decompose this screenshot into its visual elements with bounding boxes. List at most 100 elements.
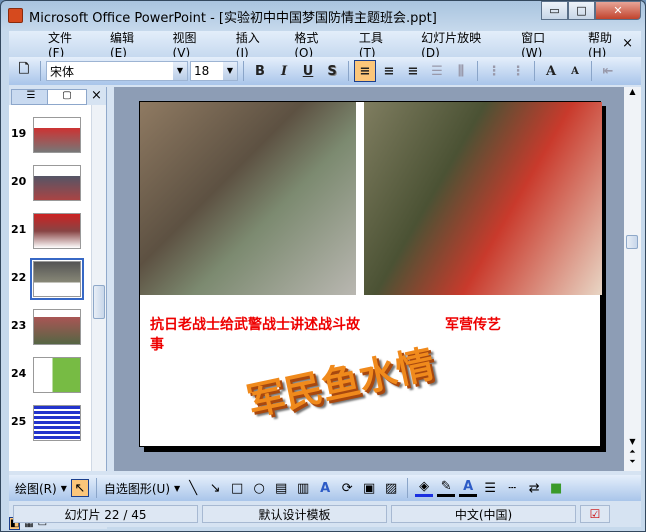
align-right-icon[interactable]: ≡ xyxy=(402,60,424,82)
vertical-align-icon[interactable]: ⫼ xyxy=(450,60,472,82)
slide-thumbnail-row[interactable]: 23 xyxy=(9,309,91,353)
drawing-toolbar: 绘图(R) ▼ ↖ 自选图形(U) ▼ ╲ ↘ □ ○ ▤ ▥ A ⟳ ▣ ▨ ◈ … xyxy=(9,475,641,501)
slide-thumbnail-row[interactable]: 25 xyxy=(9,405,91,449)
align-left-icon[interactable]: ≡ xyxy=(354,60,376,82)
rectangle-icon[interactable]: □ xyxy=(228,479,246,497)
distribute-icon[interactable]: ☰ xyxy=(426,60,448,82)
shadow-button[interactable]: S xyxy=(321,60,343,82)
slide-thumbnail-row[interactable]: 24 xyxy=(9,357,91,401)
language-status: 中文(中国) xyxy=(391,505,576,523)
menu-format[interactable]: 格式(O) xyxy=(283,29,347,60)
title-bar: Microsoft Office PowerPoint - [实验初中中国梦国防… xyxy=(1,1,646,29)
textbox-icon[interactable]: ▤ xyxy=(272,479,290,497)
menu-window[interactable]: 窗口(W) xyxy=(510,29,577,60)
slide-number: 19 xyxy=(11,127,27,140)
slide-thumbnail[interactable] xyxy=(33,213,81,249)
slide-number: 23 xyxy=(11,319,27,332)
decrease-indent-icon[interactable]: ⇤ xyxy=(597,60,619,82)
design-template: 默认设计模板 xyxy=(202,505,387,523)
shadow-style-icon[interactable]: ■ xyxy=(547,479,565,497)
slide-thumbnail-row[interactable]: 19 xyxy=(9,117,91,161)
slide-number: 21 xyxy=(11,223,27,236)
menu-view[interactable]: 视图(V) xyxy=(162,29,225,60)
close-button[interactable]: ✕ xyxy=(595,1,641,20)
window-title: Microsoft Office PowerPoint - [实验初中中国梦国防… xyxy=(29,11,437,26)
chevron-down-icon[interactable]: ▼ xyxy=(173,62,187,80)
tab-outline[interactable]: ☰ xyxy=(11,89,51,105)
slide-edit-area: 抗日老战士给武警战士讲述战斗故事 军营传艺 军民鱼水情 xyxy=(114,87,624,471)
slide-thumbnail-row[interactable]: 21 xyxy=(9,213,91,257)
menu-bar: 文件(F) 编辑(E) 视图(V) 插入(I) 格式(O) 工具(T) 幻灯片放… xyxy=(9,29,641,60)
close-document-button[interactable]: × xyxy=(622,36,633,51)
wordart-icon[interactable]: A xyxy=(316,479,334,497)
tab-slides[interactable]: ▢ xyxy=(47,89,87,105)
font-size-value: 18 xyxy=(194,64,210,78)
font-size-select[interactable]: 18 ▼ xyxy=(190,61,238,81)
slide-thumbnail[interactable] xyxy=(33,309,81,345)
diagram-icon[interactable]: ⟳ xyxy=(338,479,356,497)
minimize-button[interactable]: ▭ xyxy=(541,1,568,20)
font-value: 宋体 xyxy=(50,64,75,79)
slide-thumbnail[interactable] xyxy=(33,117,81,153)
powerpoint-window: Microsoft Office PowerPoint - [实验初中中国梦国防… xyxy=(0,0,646,532)
fill-color-icon[interactable]: ◈ xyxy=(415,479,434,497)
slide-thumbnail[interactable] xyxy=(33,357,81,393)
select-pointer-icon[interactable]: ↖ xyxy=(70,479,89,497)
numbered-list-icon[interactable]: ⋮ xyxy=(483,60,505,82)
autoshapes-menu[interactable]: 自选图形(U) xyxy=(104,480,170,497)
pane-scrollbar[interactable] xyxy=(91,105,106,471)
font-select[interactable]: 宋体 ▼ xyxy=(46,61,188,81)
slide-counter: 幻灯片 22 / 45 xyxy=(13,505,198,523)
slide-thumbnail[interactable] xyxy=(33,165,81,201)
menu-insert[interactable]: 插入(I) xyxy=(225,29,284,60)
line-color-icon[interactable]: ✎ xyxy=(437,479,456,497)
line-icon[interactable]: ╲ xyxy=(184,479,202,497)
caption-left[interactable]: 抗日老战士给武警战士讲述战斗故事 xyxy=(150,314,360,354)
line-style-icon[interactable]: ☰ xyxy=(481,479,499,497)
prev-next-slide-buttons[interactable]: ▼ ⏶ ⏷ xyxy=(624,437,641,467)
oval-icon[interactable]: ○ xyxy=(250,479,268,497)
menu-slideshow[interactable]: 幻灯片放映(D) xyxy=(410,29,510,60)
slides-pane: ☰ ▢ × 19 20 21 22 23 24 25 ◧ ▦ ▭ xyxy=(9,87,107,530)
slide-number: 22 xyxy=(11,271,27,284)
slide-number: 25 xyxy=(11,415,27,428)
slide-thumbnail[interactable] xyxy=(33,405,81,441)
font-color-icon[interactable]: A xyxy=(459,479,478,497)
chevron-down-icon[interactable]: ▼ xyxy=(223,62,237,80)
menu-file[interactable]: 文件(F) xyxy=(37,29,99,60)
slide-number: 20 xyxy=(11,175,27,188)
photo-veteran-and-soldier[interactable] xyxy=(140,102,356,295)
pane-scroll-thumb[interactable] xyxy=(93,285,105,319)
italic-button[interactable]: I xyxy=(273,60,295,82)
increase-font-button[interactable]: A xyxy=(540,60,562,82)
arrow-icon[interactable]: ↘ xyxy=(206,479,224,497)
menu-edit[interactable]: 编辑(E) xyxy=(99,29,162,60)
spelling-check-icon[interactable]: ☑ xyxy=(580,505,610,523)
caption-right[interactable]: 军营传艺 xyxy=(445,314,501,334)
current-slide[interactable]: 抗日老战士给武警战士讲述战斗故事 军营传艺 军民鱼水情 xyxy=(139,101,602,447)
close-pane-button[interactable]: × xyxy=(91,88,102,103)
slide-scroll-thumb[interactable] xyxy=(626,235,638,249)
underline-button[interactable]: U xyxy=(297,60,319,82)
dash-style-icon[interactable]: ┄ xyxy=(503,479,521,497)
powerpoint-app-icon[interactable] xyxy=(8,8,23,23)
slide-scrollbar[interactable]: ▲ ▼ ⏶ ⏷ xyxy=(624,87,641,471)
decrease-font-button[interactable]: A xyxy=(564,60,586,82)
picture-icon[interactable]: ▨ xyxy=(382,479,400,497)
menu-tools[interactable]: 工具(T) xyxy=(348,29,410,60)
clipart-icon[interactable]: ▣ xyxy=(360,479,378,497)
slide-thumbnail[interactable] xyxy=(30,258,84,300)
arrow-style-icon[interactable]: ⇄ xyxy=(525,479,543,497)
draw-menu[interactable]: 绘图(R) xyxy=(15,480,57,497)
maximize-button[interactable]: □ xyxy=(568,1,595,20)
align-center-icon[interactable]: ≡ xyxy=(378,60,400,82)
new-document-icon[interactable]: 🗋 xyxy=(13,60,35,82)
bullet-list-icon[interactable]: ⋮ xyxy=(507,60,529,82)
vertical-textbox-icon[interactable]: ▥ xyxy=(294,479,312,497)
photo-papercut-with-soldier[interactable] xyxy=(364,102,602,295)
slide-thumbnail-row[interactable]: 20 xyxy=(9,165,91,209)
slide-thumbnail-row[interactable]: 22 xyxy=(9,258,91,305)
bold-button[interactable]: B xyxy=(249,60,271,82)
formatting-toolbar: 🗋 宋体 ▼ 18 ▼ B I U S ≡ ≡ ≡ ☰ ⫼ ⋮ ⋮ A A ⇤ xyxy=(9,57,641,85)
status-bar: 幻灯片 22 / 45 默认设计模板 中文(中国) ☑ xyxy=(9,503,641,525)
